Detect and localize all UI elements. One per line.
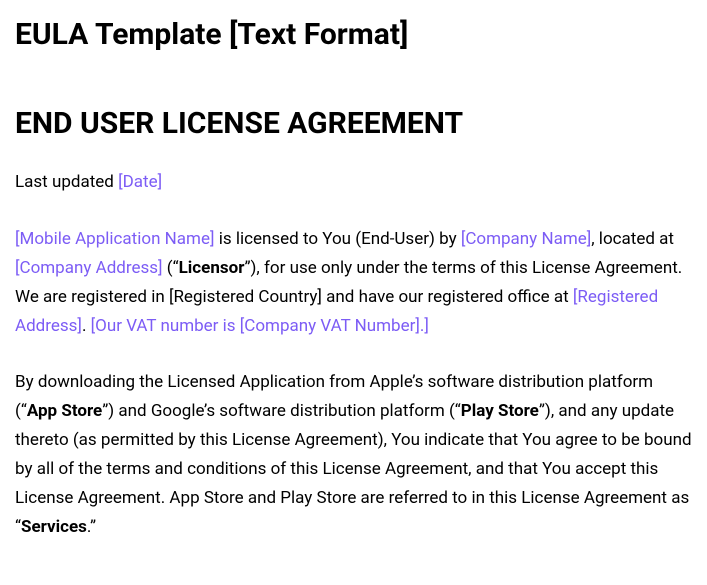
- date-placeholder: [Date]: [118, 172, 162, 192]
- text: ”) and Google’s software distribution pl…: [102, 401, 461, 421]
- intro-paragraph-1: [Mobile Application Name] is licensed to…: [15, 225, 692, 341]
- text: is licensed to You (End-User) by: [214, 229, 460, 249]
- company-name-placeholder: [Company Name]: [461, 229, 591, 249]
- text: ”), and any update thereto (as permitted…: [15, 401, 692, 537]
- last-updated-label: Last updated: [15, 172, 118, 192]
- licensor-term: Licensor: [179, 258, 245, 278]
- text: .: [82, 316, 91, 336]
- company-address-placeholder: [Company Address]: [15, 258, 163, 278]
- page-title: EULA Template [Text Format]: [15, 15, 692, 54]
- document-heading: END USER LICENSE AGREEMENT: [15, 104, 692, 143]
- app-store-term: App Store: [27, 401, 102, 421]
- intro-paragraph-2: By downloading the Licensed Application …: [15, 368, 692, 541]
- vat-number-placeholder: [Our VAT number is [Company VAT Number].…: [91, 316, 429, 336]
- play-store-term: Play Store: [461, 401, 539, 421]
- services-term: Services: [21, 517, 87, 537]
- text: , located at: [591, 229, 674, 249]
- mobile-app-name-placeholder: [Mobile Application Name]: [15, 229, 214, 249]
- text: .”: [87, 517, 96, 537]
- last-updated: Last updated [Date]: [15, 168, 692, 197]
- text: (“: [163, 258, 179, 278]
